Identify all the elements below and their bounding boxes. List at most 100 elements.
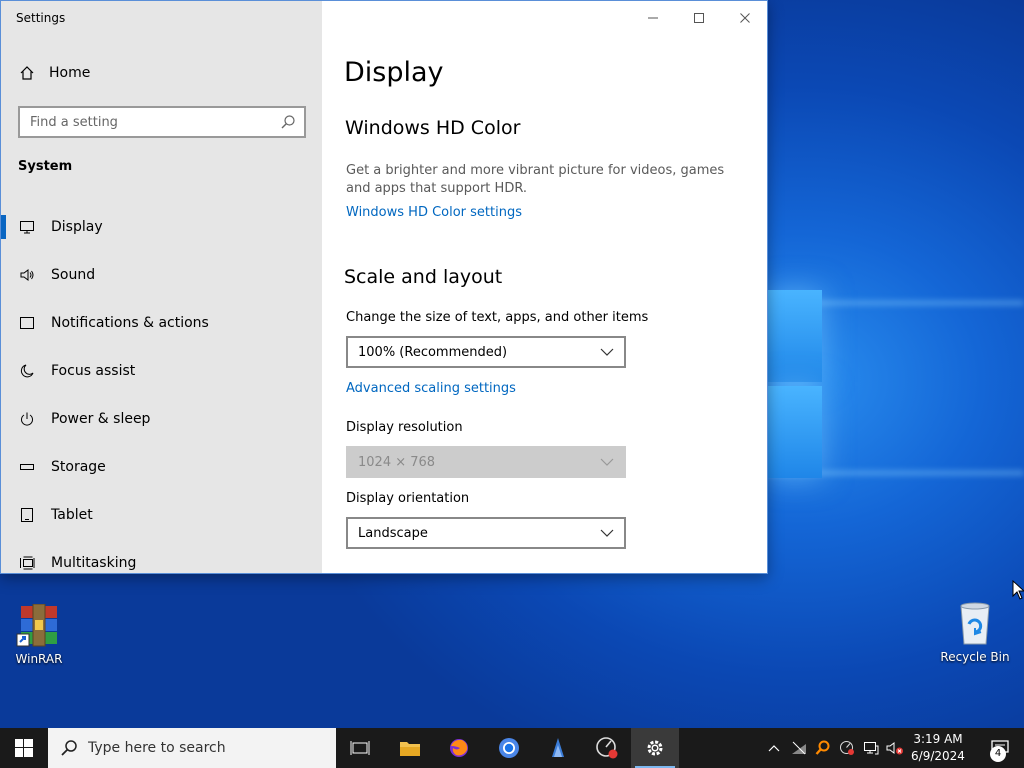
recorder-tray-button[interactable] (835, 728, 859, 768)
clock-time: 3:19 AM (913, 732, 963, 746)
scale-dropdown-value: 100% (Recommended) (358, 344, 508, 360)
winrar-icon (15, 603, 63, 648)
sidebar-item-sound[interactable]: Sound (1, 253, 322, 297)
chevron-up-icon (768, 745, 780, 752)
orientation-label: Display orientation (346, 491, 470, 506)
chrome-icon (499, 738, 519, 758)
resolution-label: Display resolution (346, 420, 463, 435)
section-label-system: System (18, 159, 73, 174)
scale-layout-heading: Scale and layout (344, 266, 503, 288)
chevron-down-icon (600, 529, 614, 537)
orientation-dropdown[interactable]: Landscape (346, 517, 626, 549)
app-icon (552, 738, 564, 757)
magnifier-orange-icon (815, 740, 830, 755)
search-icon (61, 740, 77, 756)
hd-color-heading: Windows HD Color (345, 117, 521, 139)
chrome-button[interactable] (485, 728, 533, 768)
windows-logo-wallpaper (768, 290, 822, 480)
sidebar-item-label: Multitasking (51, 555, 137, 571)
resolution-dropdown[interactable]: 1024 × 768 (346, 446, 626, 478)
firefox-icon (450, 739, 468, 757)
home-link[interactable]: Home (19, 65, 90, 81)
start-button[interactable] (0, 728, 48, 768)
app-button[interactable] (534, 728, 582, 768)
taskbar: 3:19 AM 6/9/2024 4 (0, 728, 1024, 768)
power-icon (3, 411, 51, 427)
sidebar-item-label: Focus assist (51, 363, 136, 379)
clock[interactable]: 3:19 AM 6/9/2024 (906, 731, 970, 765)
notification-count-badge: 4 (990, 746, 1006, 762)
windows-start-icon (15, 739, 33, 757)
chevron-down-icon (600, 348, 614, 356)
find-setting-search[interactable] (18, 106, 306, 138)
recorder-icon (596, 737, 618, 759)
action-center-button[interactable]: 4 (976, 728, 1024, 768)
advanced-scaling-link[interactable]: Advanced scaling settings (346, 381, 516, 396)
display-settings-page: Display Windows HD Color Get a brighter … (322, 1, 767, 573)
sidebar-item-storage[interactable]: Storage (1, 445, 322, 489)
sidebar-item-label: Tablet (51, 507, 93, 523)
network-disconnected-icon (792, 741, 806, 755)
desktop-icon-label: Recycle Bin (940, 650, 1010, 664)
recycle-bin-icon (951, 602, 999, 646)
show-hidden-icons-button[interactable] (762, 728, 786, 768)
sidebar-item-multitasking[interactable]: Multitasking (1, 541, 322, 573)
taskbar-search-input[interactable] (88, 740, 318, 756)
sidebar-item-label: Power & sleep (51, 411, 151, 427)
monitor-icon (3, 219, 51, 235)
minimize-button[interactable] (638, 7, 668, 29)
hd-color-description: Get a brighter and more vibrant picture … (346, 163, 725, 196)
search-icon (281, 115, 295, 129)
display-tray-button[interactable] (859, 728, 883, 768)
sidebar-item-label: Display (51, 219, 103, 235)
volume-tray-button[interactable] (883, 728, 907, 768)
sidebar-item-label: Sound (51, 267, 96, 283)
sidebar-item-power-sleep[interactable]: Power & sleep (1, 397, 322, 441)
page-title: Display (344, 57, 444, 88)
moon-icon (3, 363, 51, 379)
task-view-button[interactable] (336, 728, 384, 768)
folder-icon (400, 742, 420, 756)
sidebar-item-display[interactable]: Display (1, 205, 322, 249)
home-icon (20, 66, 34, 80)
speaker-icon (3, 267, 51, 283)
screen-recorder-button[interactable] (583, 728, 631, 768)
orientation-dropdown-value: Landscape (358, 525, 428, 541)
sidebar-item-notifications[interactable]: Notifications & actions (1, 301, 322, 345)
scale-dropdown[interactable]: 100% (Recommended) (346, 336, 626, 368)
multitasking-icon (3, 555, 51, 571)
sidebar-item-tablet[interactable]: Tablet (1, 493, 322, 537)
hd-color-settings-link[interactable]: Windows HD Color settings (346, 205, 522, 220)
task-view-icon (350, 741, 370, 755)
file-explorer-button[interactable] (386, 728, 434, 768)
firefox-button[interactable] (435, 728, 483, 768)
volume-muted-icon (886, 742, 903, 755)
home-label: Home (49, 65, 91, 81)
desktop-icon-winrar[interactable]: WinRAR (1, 603, 77, 666)
close-button[interactable] (730, 7, 760, 29)
search-tool-tray-button[interactable] (811, 728, 835, 768)
desktop-icon-recycle-bin[interactable]: Recycle Bin (937, 602, 1013, 664)
settings-sidebar: Settings Home System Display So (1, 1, 322, 573)
find-setting-input[interactable] (20, 108, 270, 136)
maximize-button[interactable] (684, 7, 714, 29)
maximize-icon (694, 13, 704, 23)
window-title: Settings (16, 11, 66, 25)
tablet-icon (3, 507, 51, 523)
sidebar-item-label: Notifications & actions (51, 315, 209, 331)
settings-window: Settings Home System Display So (0, 0, 768, 574)
network-tray-button[interactable] (787, 728, 811, 768)
settings-taskbar-button[interactable] (631, 728, 679, 768)
text-size-label: Change the size of text, apps, and other… (346, 310, 649, 325)
sidebar-item-focus-assist[interactable]: Focus assist (1, 349, 322, 393)
mouse-cursor-icon (1012, 580, 1024, 600)
recorder-tray-icon (840, 741, 854, 755)
chevron-down-icon (600, 458, 614, 466)
taskbar-search-box[interactable] (48, 728, 336, 768)
clock-date: 6/9/2024 (911, 749, 965, 763)
notification-icon (3, 315, 51, 331)
sidebar-item-label: Storage (51, 459, 106, 475)
gear-icon (647, 740, 663, 756)
close-icon (740, 13, 750, 23)
desktop-icon-label: WinRAR (15, 652, 63, 666)
